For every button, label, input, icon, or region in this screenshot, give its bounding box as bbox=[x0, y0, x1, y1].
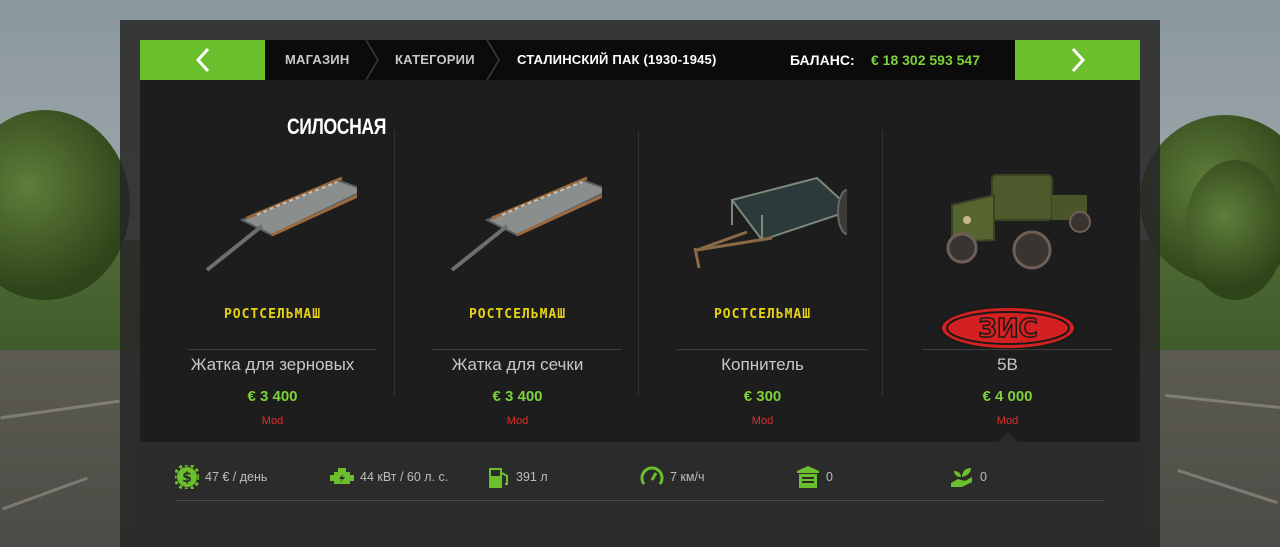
breadcrumb-current-pack: СТАЛИНСКИЙ ПАК (1930-1945) bbox=[517, 52, 717, 67]
stat-value: 0 bbox=[826, 470, 833, 484]
balance-label: БАЛАНС: bbox=[790, 52, 855, 68]
card-divider bbox=[677, 349, 867, 350]
tree bbox=[1185, 160, 1280, 300]
stat-speed: 7 км/ч bbox=[640, 462, 704, 492]
item-price: € 3 400 bbox=[492, 388, 543, 405]
header-attachment-icon bbox=[450, 176, 602, 272]
shop-item-card[interactable]: РОСТСЕЛЬМАШ Жатка для зерновых € 3 400 M… bbox=[150, 80, 395, 442]
breadcrumb-categories[interactable]: КАТЕГОРИИ bbox=[395, 40, 475, 80]
brand-logo-rostselmash: РОСТСЕЛЬМАШ bbox=[430, 305, 605, 323]
storage-icon bbox=[797, 466, 819, 488]
item-details-panel bbox=[140, 442, 1140, 547]
stat-fuel-capacity: 391 л bbox=[488, 462, 548, 492]
stat-daily-upkeep: $ 47 € / день bbox=[175, 462, 267, 492]
stat-value: 7 км/ч bbox=[670, 470, 705, 484]
brand-name: РОСТСЕЛЬМАШ bbox=[713, 307, 812, 322]
brand-logo-rostselmash: РОСТСЕЛЬМАШ bbox=[185, 305, 360, 323]
svg-text:$: $ bbox=[182, 470, 192, 486]
shop-item-card-selected[interactable]: ЗИС 5В € 4 000 Mod bbox=[885, 80, 1130, 442]
fuel-pump-icon bbox=[489, 468, 508, 488]
stats-divider bbox=[175, 500, 1105, 501]
item-name: Жатка для сечки bbox=[451, 355, 584, 374]
breadcrumb-shop[interactable]: МАГАЗИН bbox=[285, 40, 349, 80]
selection-caret bbox=[998, 432, 1018, 442]
chevron-left-icon bbox=[195, 47, 209, 73]
item-name: Копнитель bbox=[721, 355, 804, 374]
zis-logo-oval: ЗИС bbox=[939, 306, 1076, 350]
balance-value: € 18 302 593 547 bbox=[871, 52, 980, 68]
mod-tag: Mod bbox=[261, 415, 284, 427]
card-divider bbox=[187, 349, 377, 350]
stat-value: 47 € / день bbox=[205, 470, 268, 484]
next-page-button[interactable] bbox=[1015, 40, 1140, 80]
stat-value: 44 кВт / 60 л. с. bbox=[360, 470, 449, 484]
engine-icon bbox=[330, 468, 354, 484]
item-price: € 3 400 bbox=[247, 388, 298, 405]
item-price: € 300 bbox=[743, 388, 782, 405]
chevron-right-icon bbox=[1071, 47, 1085, 73]
stat-value: 391 л bbox=[516, 470, 548, 484]
card-divider bbox=[922, 349, 1112, 350]
shop-item-card[interactable]: РОСТСЕЛЬМАШ Жатка для сечки € 3 400 Mod bbox=[395, 80, 640, 442]
truck-icon bbox=[946, 174, 1091, 270]
previous-page-button[interactable] bbox=[140, 40, 265, 80]
item-name: Жатка для зерновых bbox=[190, 355, 355, 374]
mod-tag: Mod bbox=[751, 415, 774, 427]
mod-tag: Mod bbox=[996, 415, 1019, 427]
breadcrumb-separator bbox=[486, 40, 500, 80]
item-name: 5В bbox=[997, 355, 1018, 374]
stat-value: 0 bbox=[980, 470, 987, 484]
shop-item-card[interactable]: РОСТСЕЛЬМАШ Копнитель € 300 Mod bbox=[640, 80, 885, 442]
brand-name: РОСТСЕЛЬМАШ bbox=[468, 307, 567, 322]
item-price: € 4 000 bbox=[982, 388, 1033, 405]
card-divider bbox=[432, 349, 622, 350]
trailer-icon bbox=[693, 176, 847, 269]
speedometer-icon bbox=[640, 466, 664, 485]
stat-power: 44 кВт / 60 л. с. bbox=[330, 462, 448, 492]
brand-logo-rostselmash: РОСТСЕЛЬМАШ bbox=[675, 305, 850, 323]
breadcrumb-separator bbox=[365, 40, 379, 80]
header-attachment-icon bbox=[205, 176, 357, 272]
stat-work-capacity: 0 bbox=[950, 462, 987, 492]
money-gear-icon: $ bbox=[175, 465, 199, 489]
hand-plant-icon bbox=[951, 468, 972, 487]
brand-name: РОСТСЕЛЬМАШ bbox=[223, 307, 322, 322]
brand-name: ЗИС bbox=[978, 314, 1037, 344]
shop-top-bar: МАГАЗИН КАТЕГОРИИ СТАЛИНСКИЙ ПАК (1930-1… bbox=[140, 40, 1140, 80]
mod-tag: Mod bbox=[506, 415, 529, 427]
stat-storage: 0 bbox=[796, 462, 833, 492]
